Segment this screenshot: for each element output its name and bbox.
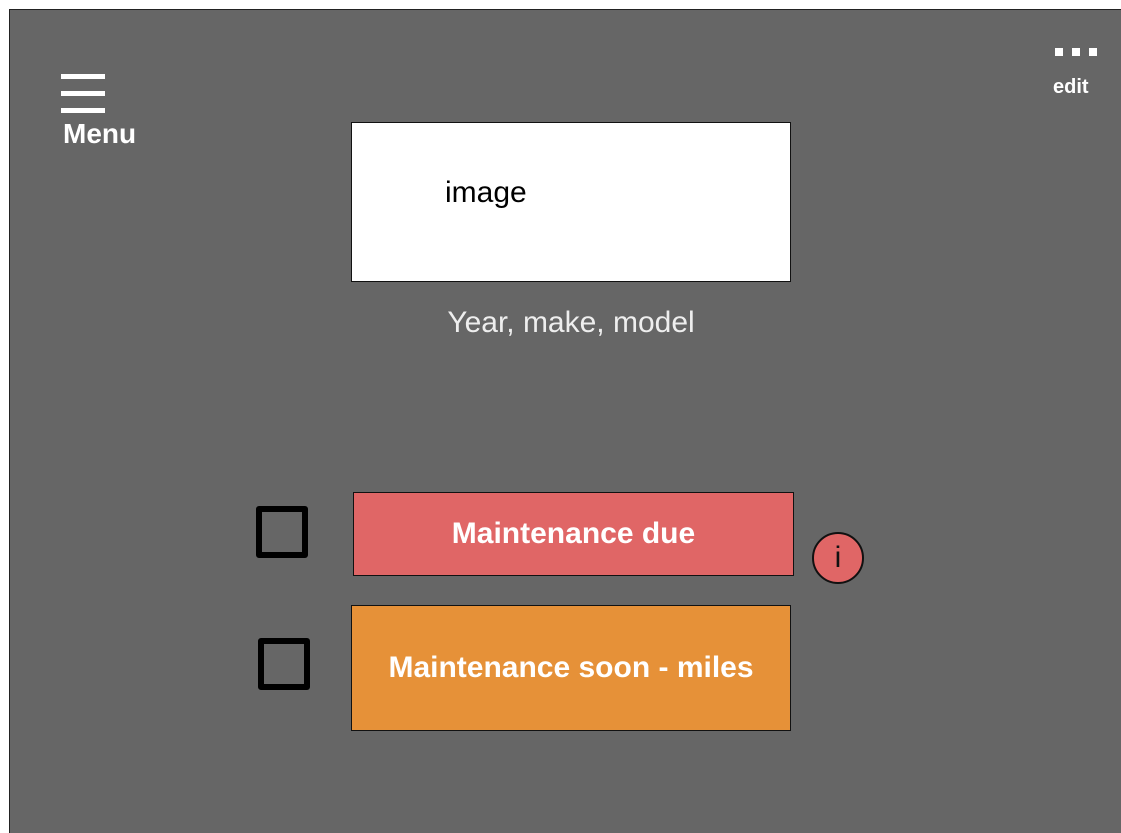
- maintenance-due-checkbox[interactable]: [256, 506, 308, 558]
- menu-button[interactable]: Menu: [60, 72, 170, 152]
- image-placeholder-label: image: [445, 176, 527, 209]
- info-icon[interactable]: i: [812, 532, 864, 584]
- edit-label: edit: [1053, 76, 1089, 98]
- menu-label: Menu: [63, 118, 137, 149]
- vehicle-image-placeholder: image: [351, 122, 791, 282]
- vehicle-caption: Year, make, model: [447, 306, 695, 339]
- maintenance-due-button[interactable]: Maintenance due: [353, 492, 794, 576]
- edit-button[interactable]: edit: [1045, 48, 1105, 104]
- hamburger-icon: [61, 72, 105, 116]
- maintenance-soon-button[interactable]: Maintenance soon - miles: [351, 605, 791, 731]
- maintenance-soon-checkbox[interactable]: [258, 638, 310, 690]
- more-dots-icon: [1055, 48, 1099, 58]
- app-screen: Menu edit image Year, make, model Mainte…: [9, 9, 1121, 833]
